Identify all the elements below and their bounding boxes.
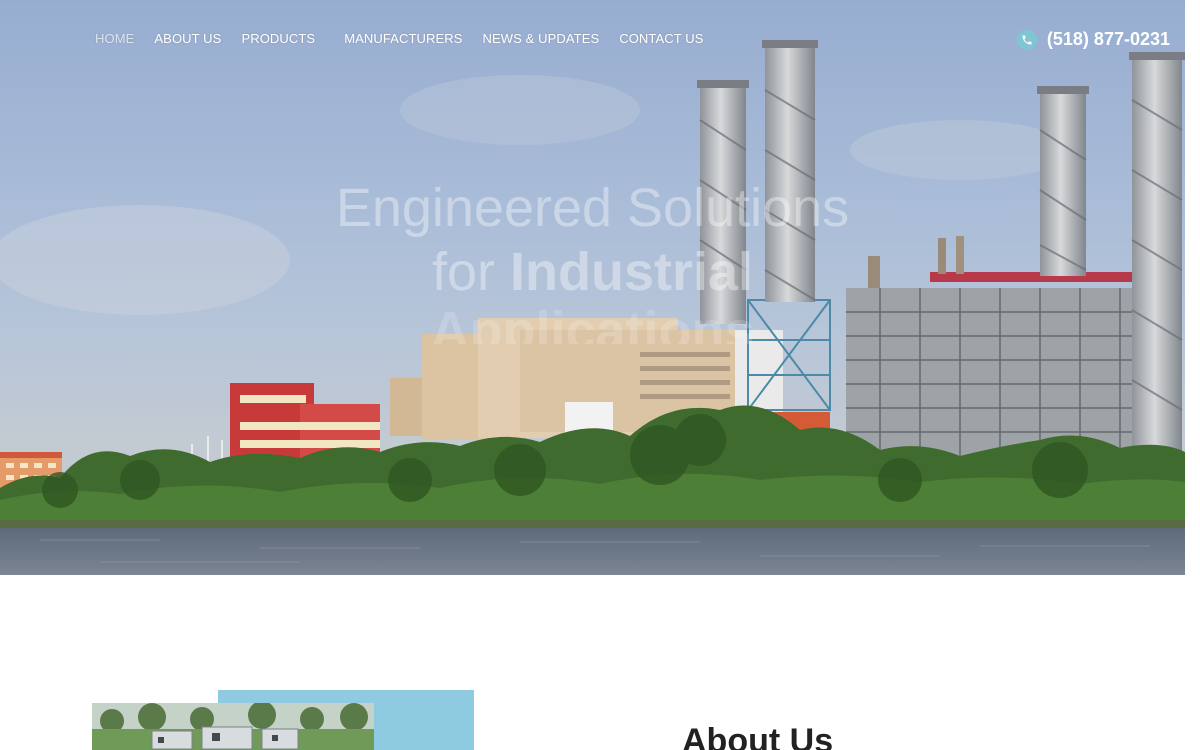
hero-title-line2: for Industrial xyxy=(240,240,945,304)
nav-manufacturers[interactable]: MANUFACTURERS xyxy=(344,31,462,46)
nav-products[interactable]: PRODUCTS xyxy=(241,31,315,46)
nav-home[interactable]: HOME xyxy=(95,31,134,46)
phone-icon xyxy=(1016,29,1037,50)
about-heading-prefix: About xyxy=(682,722,790,750)
nav-news-updates[interactable]: NEWS & UPDATES xyxy=(483,31,600,46)
header-phone[interactable]: (518) 877-0231 xyxy=(1016,29,1170,50)
hero-banner: HOME ABOUT US PRODUCTS MANUFACTURERS NEW… xyxy=(0,0,1185,575)
hero-title-line2-prefix: for xyxy=(431,242,510,302)
hero-title-line3: Applications xyxy=(430,304,755,344)
about-image xyxy=(92,703,374,750)
main-navigation: HOME ABOUT US PRODUCTS MANUFACTURERS NEW… xyxy=(95,31,704,46)
nav-contact-us[interactable]: CONTACT US xyxy=(619,31,703,46)
hero-title-line1: Engineered Solutions xyxy=(335,178,850,238)
phone-number[interactable]: (518) 877-0231 xyxy=(1047,29,1170,50)
about-heading: About Us xyxy=(682,722,833,750)
about-heading-bold: Us xyxy=(789,722,834,750)
nav-about-us[interactable]: ABOUT US xyxy=(154,31,221,46)
hero-title-line2-bold: Industrial xyxy=(510,242,754,302)
hero-headline: Engineered Solutions for Industrial Appl… xyxy=(240,176,945,344)
